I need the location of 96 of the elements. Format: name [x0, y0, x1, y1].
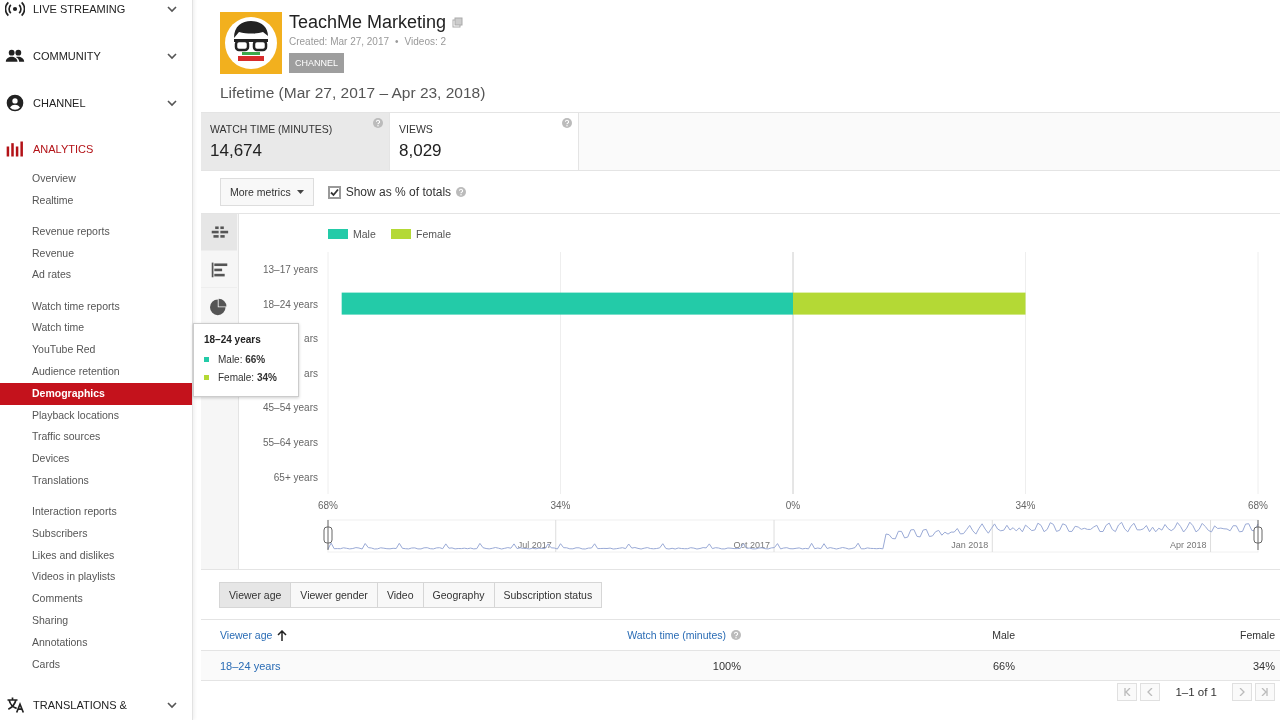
axis-label: 55–64 years: [262, 437, 318, 448]
help-icon[interactable]: [373, 118, 383, 128]
checkbox-label: Show as % of totals: [345, 185, 452, 199]
column-header[interactable]: Female: [1240, 629, 1275, 641]
range-handle[interactable]: [323, 519, 333, 551]
sidebar-item[interactable]: Translations: [0, 469, 192, 492]
range-handle[interactable]: [1253, 519, 1263, 551]
timeline-label: Apr 2018: [1170, 540, 1207, 550]
axis-label: 65+ years: [273, 471, 318, 483]
sidebar-item[interactable]: Videos in playlists: [0, 566, 192, 589]
page-button[interactable]: [1117, 683, 1138, 701]
tab[interactable]: Video: [376, 582, 424, 608]
metric-card[interactable]: VIEWS 8,029: [390, 113, 579, 170]
timeline-label: Oct 2017: [733, 540, 770, 550]
page-button[interactable]: [1232, 683, 1252, 701]
axis-label: ars: [304, 367, 318, 379]
axis-label: 13–17 years: [262, 264, 318, 275]
section-icon: [5, 92, 25, 113]
sidebar-item[interactable]: Traffic sources: [0, 426, 192, 449]
table-cell-text: 100%: [711, 659, 741, 672]
sidebar-item[interactable]: Realtime: [0, 189, 192, 212]
sidebar-item[interactable]: Sharing: [0, 610, 192, 632]
axis-label: 34%: [1015, 500, 1036, 511]
axis-label: 0%: [785, 500, 801, 511]
sidebar-item[interactable]: Revenue reports: [0, 220, 192, 243]
sidebar-item[interactable]: Likes and dislikes: [0, 544, 192, 567]
legend-label: Male: [353, 228, 376, 240]
help-icon[interactable]: [731, 630, 741, 640]
axis-label: 18–24 years: [262, 298, 318, 310]
legend-item[interactable]: Male: [328, 228, 376, 240]
sidebar-item[interactable]: Watch time: [0, 317, 192, 340]
metric-card[interactable]: WATCH TIME (MINUTES) 14,674: [201, 113, 390, 170]
caret-icon: [296, 190, 304, 194]
first-page-icon: [1123, 688, 1132, 696]
axis-label: 45–54 years: [262, 402, 318, 414]
pie-chart-icon: [209, 296, 229, 316]
tab[interactable]: Geography: [422, 582, 495, 608]
page-button[interactable]: [1255, 683, 1275, 701]
sidebar-item[interactable]: Devices: [0, 448, 192, 470]
date-range: Lifetime (Mar 27, 2017 – Apr 23, 2018): [220, 84, 486, 101]
sidebar-item[interactable]: Demographics: [0, 382, 192, 405]
separator-dot: •: [395, 36, 399, 47]
sidebar-item[interactable]: Ad rates: [0, 264, 192, 287]
pagination-text: 1–1 of 1: [1174, 686, 1218, 698]
axis-label: 34%: [550, 500, 571, 511]
sidebar-item[interactable]: Playback locations: [0, 404, 192, 427]
checkbox[interactable]: [327, 185, 341, 199]
sidebar-section[interactable]: TRANSLATIONS &: [0, 681, 192, 720]
bar[interactable]: [341, 292, 793, 315]
legend-label: Female: [416, 228, 452, 240]
sort-arrow-icon[interactable]: [277, 629, 288, 641]
chart-type-button[interactable]: [201, 214, 237, 251]
chevron-right-icon: [1238, 688, 1246, 696]
channel-name: TeachMe Marketing: [289, 12, 447, 33]
page-button[interactable]: [1140, 683, 1161, 701]
sidebar-item[interactable]: Interaction reports: [0, 501, 192, 523]
video-count: Videos: 2: [404, 36, 447, 47]
sidebar-section[interactable]: LIVE STREAMING: [0, 0, 192, 33]
axis-label: 68%: [1248, 500, 1268, 511]
section-icon: [5, 139, 25, 160]
axis-label: ars: [304, 333, 318, 345]
sidebar-item[interactable]: Comments: [0, 588, 192, 611]
sidebar-item[interactable]: Revenue: [0, 242, 192, 265]
table-cell[interactable]: 18–24 years: [220, 659, 420, 672]
sidebar-item[interactable]: Audience retention: [0, 360, 192, 383]
timeline-label: Jan 2018: [951, 540, 989, 550]
table-cell-text: 66%: [991, 659, 1015, 672]
channel-badge: CHANNEL: [289, 53, 344, 73]
sidebar-item[interactable]: Subscribers: [0, 522, 192, 545]
column-header[interactable]: Watch time (minutes): [627, 629, 726, 641]
sidebar-item[interactable]: Annotations: [0, 631, 192, 654]
sidebar-item[interactable]: YouTube Red: [0, 339, 192, 361]
sidebar-section[interactable]: CHANNEL: [0, 79, 192, 127]
legend-item[interactable]: Female: [391, 228, 451, 240]
table-cell-text: 34%: [1251, 659, 1275, 672]
tooltip-text: Male: 66%: [218, 354, 266, 365]
bar[interactable]: [793, 292, 1026, 315]
tab[interactable]: Viewer gender: [290, 582, 378, 608]
created-date: Created: Mar 27, 2017: [289, 36, 390, 47]
tooltip-text: Female: 34%: [218, 372, 277, 383]
tooltip-title: 18–24 years: [204, 334, 262, 345]
column-header[interactable]: Viewer age: [220, 629, 273, 641]
chevron-left-icon: [1146, 688, 1155, 696]
axis-label: 68%: [318, 500, 338, 511]
column-header[interactable]: Male: [992, 629, 1015, 641]
help-icon[interactable]: [456, 187, 467, 197]
tab[interactable]: Viewer age: [219, 582, 292, 608]
sidebar-item[interactable]: Cards: [0, 653, 192, 676]
tab[interactable]: Subscription status: [493, 582, 603, 608]
help-icon[interactable]: [562, 118, 572, 128]
more-metrics-button[interactable]: More metrics: [220, 178, 314, 206]
sidebar-item[interactable]: Watch time reports: [0, 295, 192, 318]
timeline-label: Jul 2017: [517, 540, 552, 550]
last-page-icon: [1261, 688, 1269, 696]
sidebar-section[interactable]: COMMUNITY: [0, 32, 192, 80]
external-link-icon[interactable]: [452, 17, 464, 28]
